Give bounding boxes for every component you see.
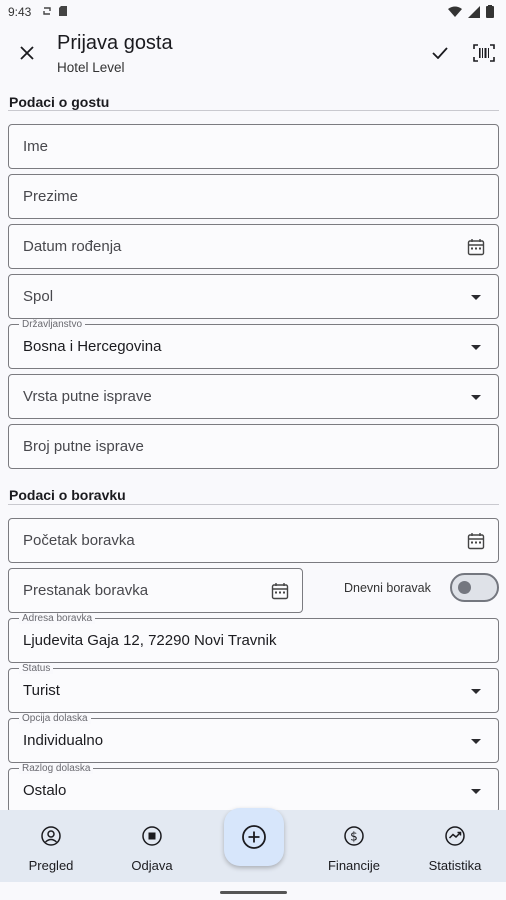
svg-text:$: $ xyxy=(350,830,358,844)
arrival-option-select[interactable]: Opcija dolaska Individualno xyxy=(8,713,499,763)
toggle-thumb xyxy=(458,581,471,594)
document-number-placeholder: Broj putne isprave xyxy=(23,438,144,455)
section-divider xyxy=(8,110,499,111)
citizenship-value: Bosna i Hercegovina xyxy=(23,338,162,355)
close-button[interactable] xyxy=(14,40,40,66)
day-stay-toggle[interactable] xyxy=(450,573,499,602)
nav-label: Odjava xyxy=(131,858,173,873)
first-name-field[interactable]: Ime xyxy=(8,124,499,169)
calendar-icon[interactable] xyxy=(466,531,486,551)
stay-start-field[interactable]: Početak boravka xyxy=(8,518,499,563)
stay-end-field[interactable]: Prestanak boravka xyxy=(8,568,303,613)
scan-document-button[interactable] xyxy=(470,40,498,66)
arrival-reason-select[interactable]: Razlog dolaska Ostalo xyxy=(8,763,499,813)
status-label: Status xyxy=(19,663,54,674)
calendar-icon[interactable] xyxy=(466,237,486,257)
signal-icon xyxy=(468,5,480,18)
account-circle-icon xyxy=(41,826,61,846)
sync-icon xyxy=(43,7,51,15)
add-guest-button[interactable] xyxy=(224,808,284,866)
save-button[interactable] xyxy=(427,40,453,66)
day-stay-label: Dnevni boravak xyxy=(344,581,431,595)
status-system-icons xyxy=(448,5,494,18)
chevron-down-icon xyxy=(466,287,486,307)
sd-card-icon xyxy=(59,6,67,16)
close-icon xyxy=(20,46,34,60)
status-bar: 9:43 xyxy=(0,0,506,26)
gender-select[interactable]: Spol xyxy=(8,274,499,319)
status-value: Turist xyxy=(23,682,60,699)
status-select[interactable]: Status Turist xyxy=(8,663,499,713)
status-time: 9:43 xyxy=(8,5,32,19)
nav-label: Financije xyxy=(327,858,381,873)
nav-item-odjava[interactable]: Odjava xyxy=(107,810,197,882)
chevron-down-icon xyxy=(466,337,486,357)
section-title-stay: Podaci o boravku xyxy=(9,487,126,503)
section-title-guest: Podaci o gostu xyxy=(9,94,110,110)
first-name-placeholder: Ime xyxy=(23,138,49,155)
arrival-option-label: Opcija dolaska xyxy=(19,713,91,724)
dollar-circle-icon: $ xyxy=(344,826,364,846)
wifi-icon xyxy=(448,6,462,17)
document-number-field[interactable]: Broj putne isprave xyxy=(8,424,499,469)
nav-label: Statistika xyxy=(428,858,482,873)
birth-date-placeholder: Datum rođenja xyxy=(23,238,122,255)
arrival-reason-value: Ostalo xyxy=(23,782,67,799)
chevron-down-icon xyxy=(466,731,486,751)
app-bar: Prijava gosta Hotel Level xyxy=(0,26,506,86)
arrival-option-value: Individualno xyxy=(23,732,104,749)
trend-circle-icon xyxy=(445,826,465,846)
page-subtitle: Hotel Level xyxy=(57,60,125,75)
add-circle-icon xyxy=(242,825,266,849)
stay-start-placeholder: Početak boravka xyxy=(23,532,135,549)
check-icon xyxy=(432,47,448,59)
nav-item-statistika[interactable]: Statistika xyxy=(410,810,500,882)
chevron-down-icon xyxy=(466,387,486,407)
birth-date-field[interactable]: Datum rođenja xyxy=(8,224,499,269)
home-indicator[interactable] xyxy=(220,891,287,894)
section-divider xyxy=(8,504,499,505)
last-name-field[interactable]: Prezime xyxy=(8,174,499,219)
stop-circle-icon xyxy=(142,826,162,846)
nav-item-financije[interactable]: $ Financije xyxy=(309,810,399,882)
barcode-scan-icon xyxy=(473,44,495,62)
document-type-placeholder: Vrsta putne isprave xyxy=(23,388,152,405)
arrival-reason-label: Razlog dolaska xyxy=(19,763,94,774)
stay-address-value: Ljudevita Gaja 12, 72290 Novi Travnik xyxy=(23,632,277,649)
stay-address-field[interactable]: Adresa boravka Ljudevita Gaja 12, 72290 … xyxy=(8,613,499,663)
stay-end-placeholder: Prestanak boravka xyxy=(23,582,149,599)
chevron-down-icon xyxy=(466,781,486,801)
battery-icon xyxy=(486,5,494,18)
chevron-down-icon xyxy=(466,681,486,701)
stay-address-label: Adresa boravka xyxy=(19,613,96,624)
citizenship-label: Državljanstvo xyxy=(19,319,86,330)
nav-item-pregled[interactable]: Pregled xyxy=(6,810,96,882)
status-notifications xyxy=(42,5,68,17)
document-type-select[interactable]: Vrsta putne isprave xyxy=(8,374,499,419)
last-name-placeholder: Prezime xyxy=(23,188,79,205)
nav-label: Pregled xyxy=(28,858,74,873)
gender-placeholder: Spol xyxy=(23,288,54,305)
page-title: Prijava gosta xyxy=(57,32,173,54)
calendar-icon[interactable] xyxy=(270,581,290,601)
citizenship-select[interactable]: Državljanstvo Bosna i Hercegovina xyxy=(8,319,499,369)
